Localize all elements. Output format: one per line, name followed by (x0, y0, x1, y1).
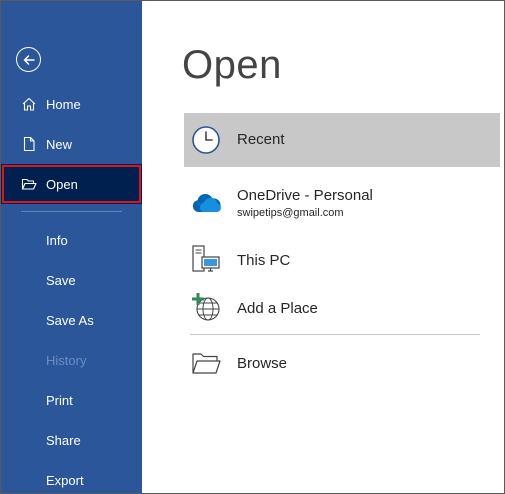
sidebar-item-export[interactable]: Export (1, 460, 142, 493)
backstage-sidebar: Home New Open Info Save Save As History (1, 1, 142, 493)
onedrive-cloud-icon (190, 187, 222, 219)
location-name: OneDrive - Personal (237, 187, 373, 204)
sidebar-item-label: Save As (46, 312, 94, 328)
location-recent[interactable]: Recent (184, 113, 500, 167)
sidebar-item-label: Home (46, 96, 81, 112)
word-backstage-window: Home New Open Info Save Save As History (0, 0, 505, 494)
location-separator (190, 334, 480, 335)
folder-icon (190, 347, 222, 379)
sidebar-divider (21, 211, 122, 212)
sidebar-item-label: Print (46, 392, 73, 408)
location-this-pc[interactable]: This PC (184, 239, 500, 281)
sidebar-item-label: Info (46, 232, 68, 248)
sidebar-item-share[interactable]: Share (1, 420, 142, 460)
sidebar-item-open[interactable]: Open (1, 164, 142, 204)
location-name: Browse (237, 355, 288, 372)
page-title: Open (182, 43, 282, 87)
add-place-globe-icon (190, 291, 222, 323)
back-button[interactable] (16, 47, 41, 72)
sidebar-item-save[interactable]: Save (1, 260, 142, 300)
folder-open-icon (21, 176, 37, 192)
sidebar-item-new[interactable]: New (1, 124, 142, 164)
account-email: swipetips@gmail.com (237, 207, 344, 219)
location-name: Add a Place (237, 300, 318, 317)
sidebar-item-label: Open (46, 176, 78, 192)
sidebar-item-print[interactable]: Print (1, 380, 142, 420)
open-panel: Open Recent OneDrive - Personal swipetip… (142, 1, 504, 493)
sidebar-item-info[interactable]: Info (1, 220, 142, 260)
computer-icon (190, 243, 222, 275)
sidebar-item-label: Save (46, 272, 76, 288)
sidebar-item-label: History (46, 352, 87, 368)
home-icon (21, 96, 37, 112)
sidebar-item-home[interactable]: Home (1, 84, 142, 124)
location-name: This PC (237, 252, 291, 269)
sidebar-item-history: History (1, 340, 142, 380)
sidebar-item-save-as[interactable]: Save As (1, 300, 142, 340)
location-browse[interactable]: Browse (184, 343, 500, 383)
sidebar-item-label: Export (46, 472, 84, 488)
location-name: Recent (237, 131, 285, 148)
new-document-icon (21, 136, 37, 152)
location-add-place[interactable]: Add a Place (184, 289, 500, 329)
sidebar-item-label: New (46, 136, 73, 152)
sidebar-item-label: Share (46, 432, 81, 448)
clock-icon (190, 124, 222, 156)
back-arrow-icon (23, 54, 35, 65)
location-onedrive[interactable]: OneDrive - Personal swipetips@gmail.com (184, 177, 500, 233)
